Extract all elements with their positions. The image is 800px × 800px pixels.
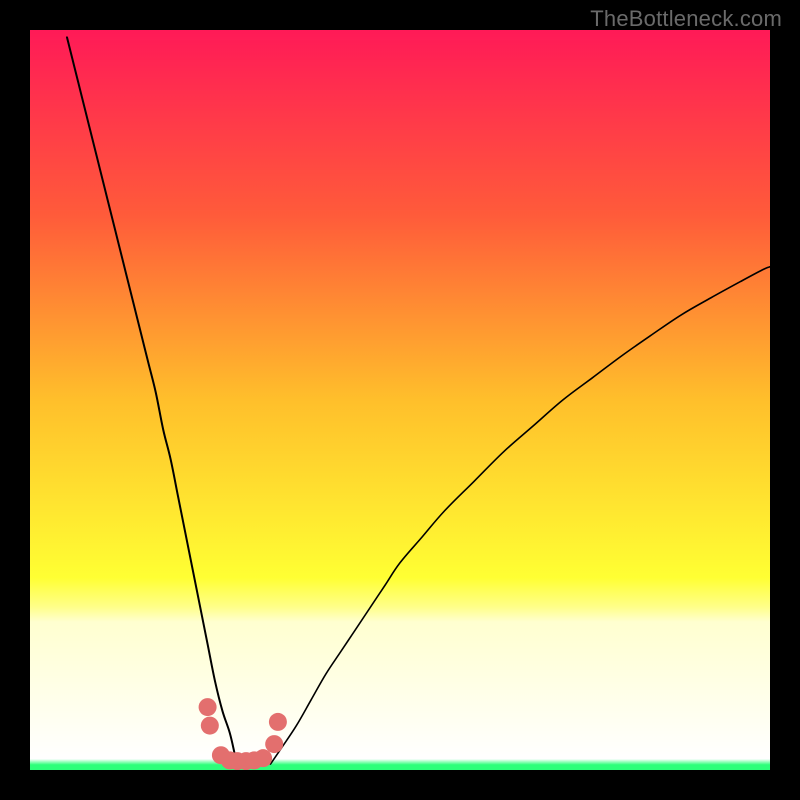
watermark-text: TheBottleneck.com [590, 6, 782, 32]
data-point [269, 713, 287, 731]
chart-svg [30, 30, 770, 770]
plot-area [30, 30, 770, 770]
chart-frame: TheBottleneck.com [0, 0, 800, 800]
data-point [201, 717, 219, 735]
data-point [254, 749, 272, 767]
gradient-background [30, 30, 770, 770]
data-point [265, 735, 283, 753]
data-point [199, 698, 217, 716]
